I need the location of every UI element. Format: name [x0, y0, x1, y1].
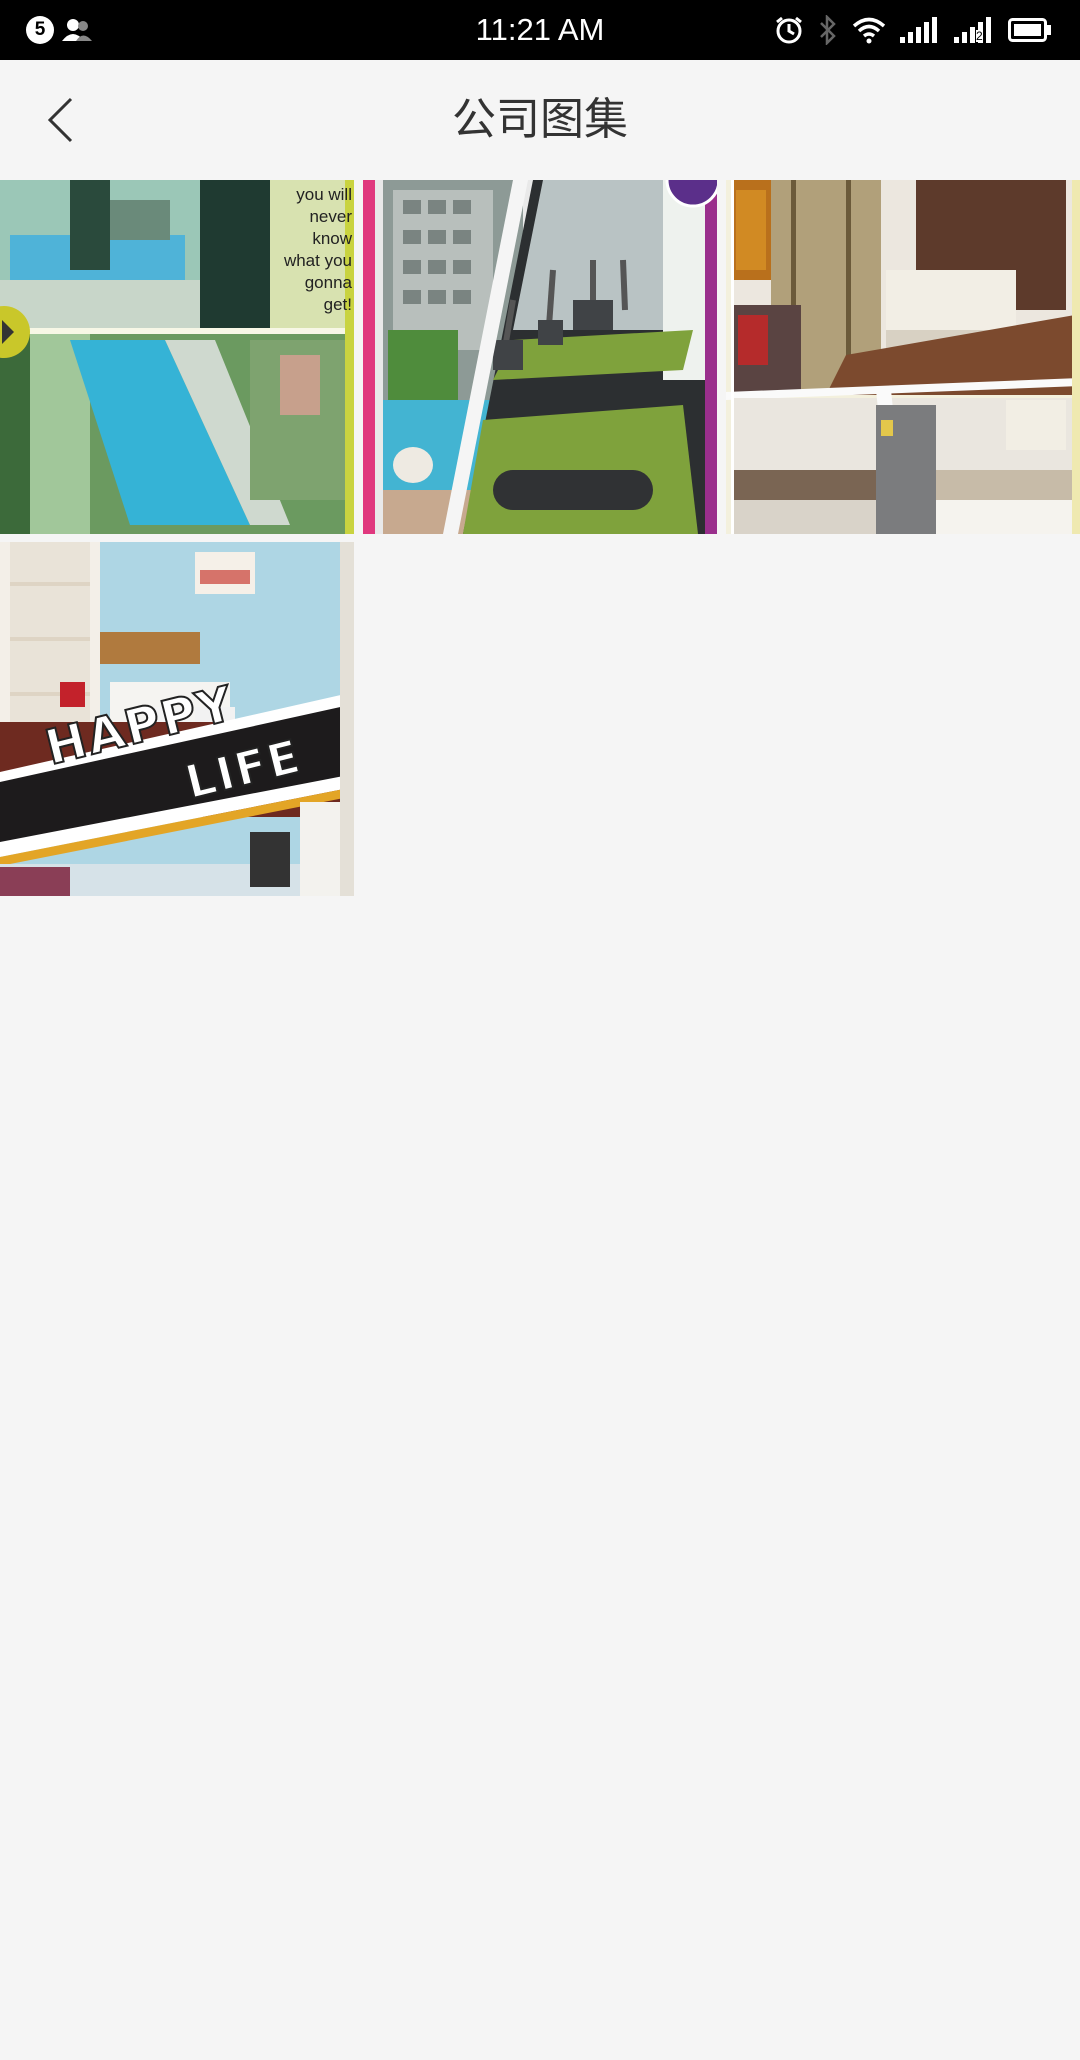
status-bar: 5 11:21 AM 2: [0, 0, 1080, 60]
caption-line: you will: [296, 185, 352, 204]
gallery-image-happy-life[interactable]: HAPPY LIFE: [0, 542, 354, 896]
battery-icon: [1008, 16, 1052, 44]
gallery-image-gym[interactable]: [363, 180, 717, 534]
status-right-group: 2: [760, 0, 1052, 60]
page-title: 公司图集: [452, 94, 628, 145]
pool-caption: you will never know what you gonna get!: [272, 184, 352, 316]
signal-2-label: 2: [976, 29, 983, 43]
caption-line: never know: [272, 206, 352, 250]
signal-icon: [900, 16, 940, 44]
wifi-icon: [852, 16, 886, 44]
caption-line: what you: [283, 251, 352, 270]
alarm-icon: [774, 15, 804, 45]
gallery-image-pool[interactable]: you will never know what you gonna get!: [0, 180, 354, 534]
caption-line: gonna get!: [304, 273, 352, 314]
caption-word: never know: [309, 207, 352, 248]
signal-2-icon: 2: [954, 16, 994, 44]
gallery-image-bedroom[interactable]: [726, 180, 1080, 534]
bluetooth-icon: [818, 15, 838, 45]
app-bar: 公司图集: [0, 60, 1080, 180]
